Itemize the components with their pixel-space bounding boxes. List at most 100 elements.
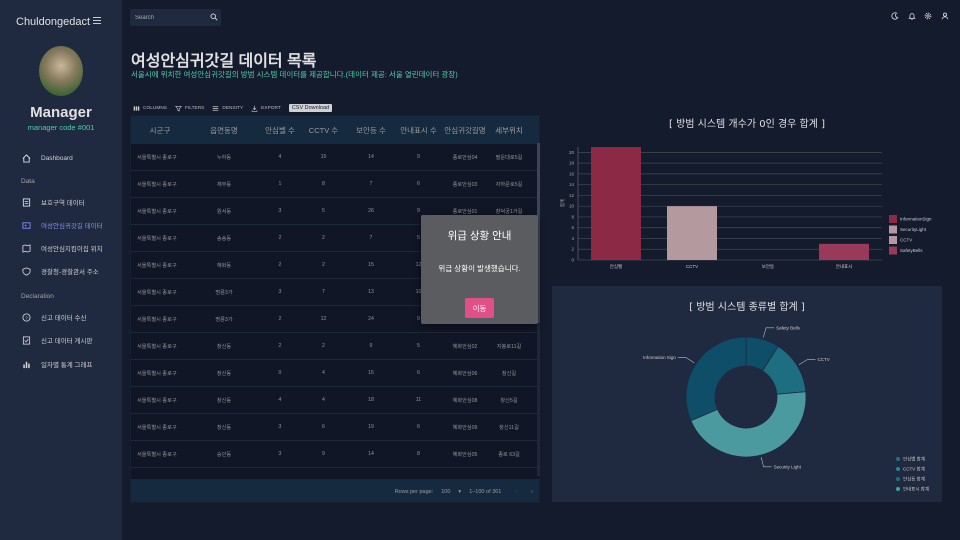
sidebar-item-police[interactable]: 경찰청-경찰관서 주소 [22,264,99,278]
x-tick-label: 보안등 [762,263,774,269]
checklist-icon [22,335,31,345]
user-code: manager code #001 [27,123,95,132]
bar[interactable] [591,147,641,260]
sidebar-item-label: 보호구역 데이터 [41,200,85,207]
menu-icon[interactable] [93,16,101,24]
filters-button[interactable]: FILTERS [175,105,204,112]
y-tick-label: 20 [569,150,575,155]
legend-swatch [889,236,897,244]
modal-message: 위급 상황이 발생했습니다. [438,264,521,273]
move-button[interactable]: 이동 [465,298,494,318]
legend-swatch [896,477,900,481]
legend-swatch [889,215,897,223]
legend-label: InformationSign [900,217,932,222]
grid-toolbar: COLUMNS FILTERS DENSITY EXPORT CSV Downl… [133,103,333,113]
brand-name: Chuldongedact [16,16,91,28]
person-icon[interactable] [941,12,949,20]
legend-label: CCTV [900,238,912,243]
map-icon [22,243,31,253]
bar[interactable] [819,243,869,260]
nav-section-data: Data [21,178,35,185]
help-icon: ? [22,312,31,322]
sidebar-item-label: 신고 데이터 수신 [41,315,87,322]
y-tick-label: 0 [571,258,574,263]
density-label: DENSITY [222,105,244,111]
legend-swatch [896,487,900,491]
export-label: EXPORT [261,105,281,111]
bar-chart-icon [23,361,30,368]
legend-label: SafetyBells [900,248,923,253]
sidebar-item-label: 여성안심귀갓길 데이터 [41,223,103,230]
sidebar-item-safe-road[interactable]: 여성안심귀갓길 데이터 [22,218,103,232]
svg-text:?: ? [25,315,28,320]
y-tick-label: 12 [569,193,575,198]
donut-slice[interactable] [685,336,747,422]
leader-line [677,357,695,364]
slice-label: Security Light [774,464,802,469]
density-button[interactable]: DENSITY [212,105,243,112]
csv-download-button[interactable]: CSV Download [288,104,333,112]
sidebar-item-label: 일자별 통계 그래프 [41,362,93,369]
y-tick-label: 8 [571,214,574,219]
sidebar: Chuldongedact Manager manager code #001 … [0,0,122,540]
sidebar-item-report-board[interactable]: 신고 데이터 게시판 [22,333,92,347]
columns-button[interactable]: COLUMNS [133,105,167,112]
y-tick-label: 18 [569,161,575,166]
y-tick-label: 16 [569,171,575,176]
sidebar-item-protected-area[interactable]: 보호구역 데이터 [22,195,85,209]
leader-line [762,327,775,338]
user-name: Manager [30,104,92,121]
sidebar-item-dashboard[interactable]: Dashboard [22,151,73,165]
search-input[interactable] [135,12,205,23]
filter-icon [175,105,182,111]
shield-icon [22,266,31,276]
y-tick-label: 4 [571,236,574,241]
leader-line [798,359,816,366]
sidebar-item-daily-stats[interactable]: 일자별 통계 그래프 [22,357,92,371]
columns-icon [133,105,140,111]
y-tick-label: 2 [571,247,574,252]
export-icon [251,105,258,112]
filters-label: FILTERS [185,105,205,111]
legend-swatch [889,225,897,234]
search-icon[interactable] [210,13,218,21]
page-subtitle: 서울시에 위치한 여성안심귀갓길의 방범 시스템 데이터를 제공합니다.(데이터… [131,70,458,79]
x-tick-label: CCTV [686,264,698,269]
slice-label: Safety Bells [776,325,801,330]
page-title: 여성안심귀갓길 데이터 목록 [131,53,317,70]
y-tick-label: 10 [569,204,575,209]
x-tick-label: 안내표시 [836,263,853,270]
y-tick-label: 6 [571,225,574,230]
sidebar-item-label: 경찰청-경찰관서 주소 [41,269,99,276]
bar-chart: 합계 0 2 4 6 8 10 12 14 16 18 20 안심벨 CCTV 보안등 안내표시 Informa… [559,147,932,270]
bar-chart-panel: [ 방범 시스템 개수가 0인 경우 합계 ] 합계 0 2 4 6 8 10 12 14 16 1… [552,103,942,273]
donut-chart: Safety Bells CCTV Security Light Informatio… [643,325,929,493]
slice-label: Information Sign [643,355,676,360]
y-axis-label: 합계 [559,199,566,207]
slice-label: CCTV [817,357,829,362]
dark-mode-icon[interactable] [891,12,899,20]
sidebar-item-safe-house[interactable]: 여성안심지킴이집 위치 [22,241,103,255]
legend-swatch [896,457,900,461]
export-button[interactable]: EXPORT [251,105,281,112]
notification-icon[interactable] [908,12,916,20]
x-tick-label: 안심벨 [610,263,622,269]
legend-label: 안심등 합계 [903,476,925,483]
legend-swatch [896,467,900,471]
legend-label: 안내표시 합계 [903,486,929,493]
leader-line [760,457,772,468]
contacts-icon [22,221,31,229]
sidebar-item-report-receive[interactable]: ? 신고 데이터 수신 [22,310,86,324]
emergency-modal: 위급 상황 안내 위급 상황이 발생했습니다. 이동 [421,215,538,324]
people-icon [22,197,31,207]
settings-icon[interactable] [924,12,932,20]
y-tick-label: 14 [569,182,575,187]
sidebar-item-label: Dashboard [41,154,73,162]
nav-section-declaration: Declaration [21,293,54,300]
legend-label: SecurityLight [900,227,927,232]
density-icon [213,105,219,111]
legend-label: CCTV 합계 [903,466,925,473]
modal-title: 위급 상황 안내 [447,230,512,242]
columns-label: COLUMNS [143,105,167,111]
bar[interactable] [667,206,717,260]
